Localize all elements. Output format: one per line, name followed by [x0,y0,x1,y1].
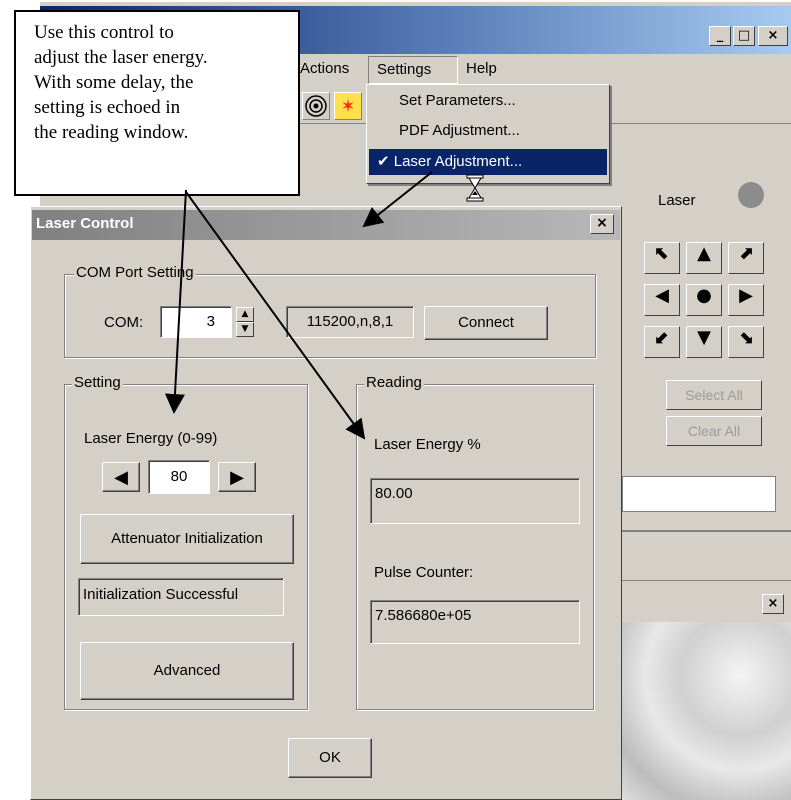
arrow-to-setting [164,189,187,414]
arrow-to-dialog [362,171,433,228]
annotation-arrows [164,171,433,440]
arrow-to-reading [185,191,366,440]
